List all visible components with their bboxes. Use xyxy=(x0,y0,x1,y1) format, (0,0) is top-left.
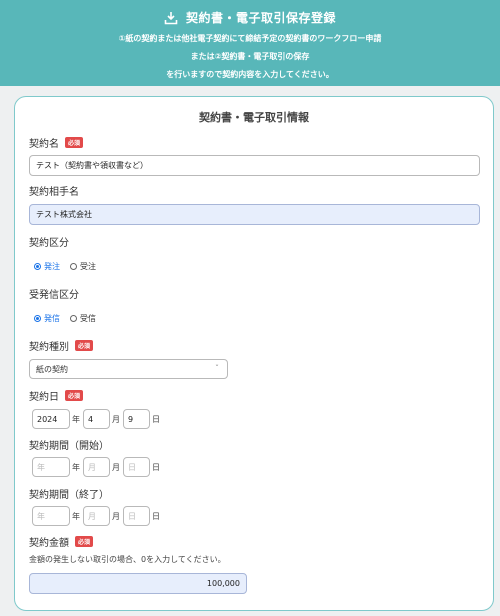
period-end-month-input[interactable]: 月 xyxy=(83,506,110,526)
period-end-day-input[interactable]: 日 xyxy=(123,506,150,526)
radio-receive-label: 受信 xyxy=(80,314,96,323)
contract-date-day-input[interactable]: 9 xyxy=(123,409,150,429)
day-unit: 日 xyxy=(152,414,160,424)
page-header: 契約書・電子取引保存登録 ①紙の契約または他社電子契約にて締結予定の契約書のワー… xyxy=(0,0,500,86)
radio-receive[interactable]: 受信 xyxy=(70,313,96,324)
radio-send-label: 発信 xyxy=(44,314,60,323)
date-label: 契約日 必須 xyxy=(29,388,84,403)
kind-select[interactable]: 紙の契約 ˇ xyxy=(29,359,228,379)
radio-receive-order[interactable]: 受注 xyxy=(70,261,96,272)
kind-label-text: 契約種別 xyxy=(29,342,69,353)
send-type-label: 受発信区分 xyxy=(29,290,79,301)
download-tray-icon xyxy=(164,10,178,25)
chevron-down-icon: ˇ xyxy=(215,364,219,373)
year-unit: 年 xyxy=(72,511,80,521)
contract-name-label: 契約名 必須 xyxy=(29,135,84,150)
contract-date-month-input[interactable]: 4 xyxy=(83,409,110,429)
period-start-month-input[interactable]: 月 xyxy=(83,457,110,477)
day-unit: 日 xyxy=(152,462,160,472)
contract-form-card: 契約書・電子取引情報 契約名 必須 テスト（契約書や領収書など） 契約相手名 テ… xyxy=(14,96,494,611)
period-end-year-input[interactable]: 年 xyxy=(32,506,70,526)
period-end-row: 年 年 月 月 日 日 xyxy=(32,506,163,526)
day-unit: 日 xyxy=(152,511,160,521)
radio-dot xyxy=(34,263,41,270)
contract-date-row: 2024 年 4 月 9 日 xyxy=(32,409,163,429)
year-unit: 年 xyxy=(72,414,80,424)
period-start-row: 年 年 月 月 日 日 xyxy=(32,457,163,477)
header-instruction-3: を行いますので契約内容を入力してください。 xyxy=(166,70,334,79)
contract-type-radio-group: 発注 受注 xyxy=(34,261,96,272)
radio-order-label: 発注 xyxy=(44,262,60,271)
month-unit: 月 xyxy=(112,414,120,424)
year-unit: 年 xyxy=(72,462,80,472)
period-start-day-input[interactable]: 日 xyxy=(123,457,150,477)
amount-note: 金額の発生しない取引の場合、0を入力してください。 xyxy=(29,555,226,564)
contract-name-label-text: 契約名 xyxy=(29,139,59,150)
radio-order[interactable]: 発注 xyxy=(34,261,60,272)
period-end-label: 契約期間（終了） xyxy=(29,490,109,501)
radio-send[interactable]: 発信 xyxy=(34,313,60,324)
header-instruction-2: または②契約書・電子取引の保存 xyxy=(190,52,310,61)
required-badge: 必須 xyxy=(75,536,94,547)
kind-label: 契約種別 必須 xyxy=(29,338,94,353)
period-start-year-input[interactable]: 年 xyxy=(32,457,70,477)
date-label-text: 契約日 xyxy=(29,392,59,403)
send-type-radio-group: 発信 受信 xyxy=(34,313,96,324)
radio-receive-order-label: 受注 xyxy=(80,262,96,271)
kind-select-value: 紙の契約 xyxy=(36,364,68,374)
form-title: 契約書・電子取引情報 xyxy=(199,111,309,124)
required-badge: 必須 xyxy=(65,137,84,148)
counterparty-input[interactable]: テスト株式会社 xyxy=(29,204,480,225)
radio-dot xyxy=(70,315,77,322)
header-instruction-1: ①紙の契約または他社電子契約にて締結予定の契約書のワークフロー申請 xyxy=(118,34,382,43)
page-title: 契約書・電子取引保存登録 xyxy=(185,10,336,25)
counterparty-label: 契約相手名 xyxy=(29,187,79,198)
required-badge: 必須 xyxy=(65,390,84,401)
month-unit: 月 xyxy=(112,462,120,472)
contract-type-label: 契約区分 xyxy=(29,238,69,249)
contract-name-input[interactable]: テスト（契約書や領収書など） xyxy=(29,155,480,176)
amount-label: 契約金額 必須 xyxy=(29,534,94,549)
radio-dot xyxy=(34,315,41,322)
amount-label-text: 契約金額 xyxy=(29,538,69,549)
period-start-label: 契約期間（開始） xyxy=(29,441,109,452)
contract-date-year-input[interactable]: 2024 xyxy=(32,409,70,429)
required-badge: 必須 xyxy=(75,340,94,351)
header-title-row: 契約書・電子取引保存登録 xyxy=(0,8,500,26)
amount-input[interactable]: 100,000 xyxy=(29,573,247,594)
radio-dot xyxy=(70,263,77,270)
month-unit: 月 xyxy=(112,511,120,521)
